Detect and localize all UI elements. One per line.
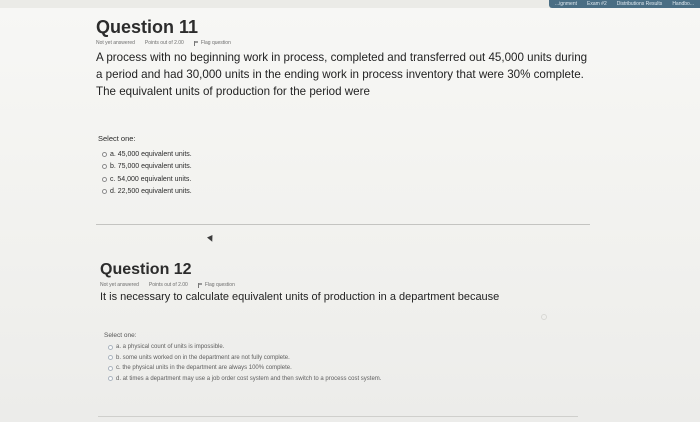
question-text: A process with no beginning work in proc… [96,51,588,98]
flag-question-label: Flag question [200,40,231,46]
top-nav-item-distributions-results[interactable]: Distributions Results [617,1,663,7]
answer-option-b[interactable]: b. 75,000 equivalent units. [102,161,616,174]
top-nav-item-exam[interactable]: Exam #2 [587,1,607,7]
answer-option-label: b. some units worked on in the departmen… [116,354,290,361]
top-nav: ...ignment Exam #2 Distributions Results… [549,0,700,8]
quiz-page: Question 11 Not yet answered Points out … [0,8,700,422]
radio-icon[interactable] [102,176,107,182]
radio-icon[interactable] [102,189,107,195]
cursor-icon [207,235,215,243]
answer-status: Not yet answered [100,282,139,288]
question-divider [96,224,590,225]
question-title: Question 12 [100,261,192,278]
flag-question-label: Flag question [204,282,235,288]
scroll-indicator [541,314,547,320]
answer-status: Not yet answered [96,40,135,46]
answer-option-a[interactable]: a. 45,000 equivalent units. [102,148,616,161]
answer-option-label: a. 45,000 equivalent units. [110,150,192,158]
select-one-label: Select one: [98,134,136,143]
answer-options: a. a physical count of units is impossib… [102,342,622,384]
flag-question-button[interactable]: Flag question [197,282,235,289]
question-12: Question 12 Not yet answered Points out … [100,260,620,382]
bottom-divider [98,416,578,417]
radio-icon[interactable] [102,151,107,157]
answer-option-b[interactable]: b. some units worked on in the departmen… [108,353,622,364]
points-label: Points out of 2.00 [144,40,184,46]
question-title: Question 11 [96,17,199,37]
answer-box: Select one: a. a physical count of units… [102,332,622,384]
question-text: It is necessary to calculate equivalent … [100,291,500,303]
answer-option-label: a. a physical count of units is impossib… [116,344,225,351]
answer-option-label: c. 54,000 equivalent units. [110,175,192,183]
question-meta: Not yet answered Points out of 2.00 Flag… [100,282,620,289]
flag-icon [193,41,199,46]
answer-box: Select one: a. 45,000 equivalent units. … [96,134,616,198]
answer-option-d[interactable]: d. 22,500 equivalent units. [102,186,616,199]
answer-option-label: b. 75,000 equivalent units. [110,163,192,171]
flag-icon [197,283,203,288]
flag-question-button[interactable]: Flag question [193,40,231,47]
answer-option-c[interactable]: c. the physical units in the department … [108,363,622,374]
top-nav-item-assignment[interactable]: ...ignment [555,1,577,7]
answer-option-label: d. at times a department may use a job o… [116,375,382,382]
radio-icon[interactable] [108,344,113,350]
question-meta: Not yet answered Points out of 2.00 Flag… [96,40,616,47]
radio-icon[interactable] [102,164,107,170]
question-11: Question 11 Not yet answered Points out … [96,16,616,195]
answer-option-a[interactable]: a. a physical count of units is impossib… [108,342,622,353]
radio-icon[interactable] [108,355,113,361]
top-nav-item-handbook[interactable]: Handbo... [672,1,694,7]
points-label: Points out of 2.00 [148,282,188,288]
answer-options: a. 45,000 equivalent units. b. 75,000 eq… [96,148,616,198]
radio-icon[interactable] [108,365,113,371]
answer-option-label: d. 22,500 equivalent units. [110,188,192,196]
select-one-label: Select one: [104,332,137,339]
answer-option-c[interactable]: c. 54,000 equivalent units. [102,173,616,186]
answer-option-d[interactable]: d. at times a department may use a job o… [108,374,622,385]
answer-option-label: c. the physical units in the department … [116,365,292,372]
radio-icon[interactable] [108,376,113,382]
